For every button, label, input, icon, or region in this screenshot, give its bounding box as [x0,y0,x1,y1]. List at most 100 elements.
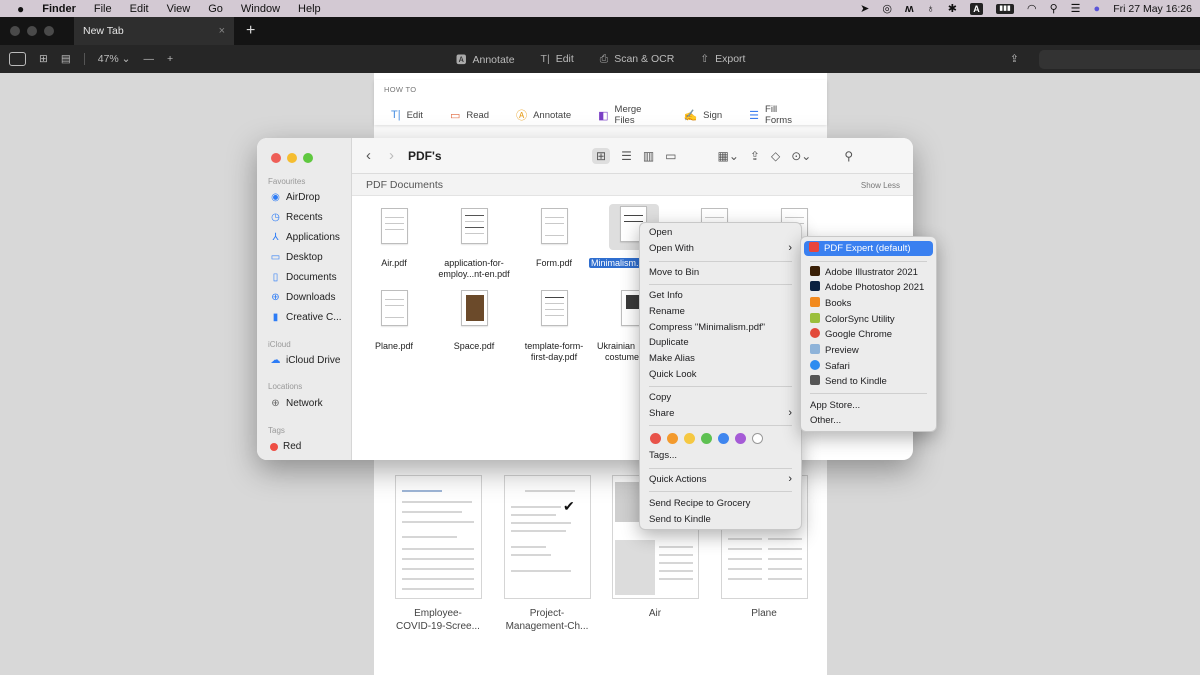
file-icon[interactable] [534,206,574,252]
thumbnail-employee-covid[interactable] [395,475,482,599]
spotlight-icon[interactable]: ⚲ [1050,2,1058,15]
show-less-button[interactable]: Show Less [861,181,900,190]
apple-icon[interactable]: ● [8,2,33,16]
zoom-in-button[interactable]: + [167,53,173,65]
siri-icon[interactable]: ● [1094,3,1101,15]
menu-item-send-recipe[interactable]: Send Recipe to Grocery [649,496,792,511]
zoom-window-icon[interactable] [44,26,54,36]
search-icon[interactable]: ⚲ [844,149,853,163]
file-icon[interactable] [454,206,494,252]
location-icon[interactable]: ➤ [860,2,869,15]
menu-window[interactable]: Window [232,3,289,15]
tag-red-icon[interactable] [650,433,661,444]
sidebar-item-downloads[interactable]: ⊕ Downloads [270,292,335,303]
howto-read[interactable]: ▭ Read [450,104,489,126]
script-icon[interactable]: ♁ [927,3,935,15]
control-center-icon[interactable]: ☰ [1071,2,1081,15]
battery-icon[interactable]: ▮▮▮ [996,3,1014,14]
menu-item-app-store[interactable]: App Store... [810,398,927,413]
menu-item-illustrator[interactable]: Adobe Illustrator 2021 [810,265,927,280]
menu-item-copy[interactable]: Copy [649,390,792,405]
menu-item-move-to-bin[interactable]: Move to Bin [649,265,792,280]
clock[interactable]: Fri 27 May 16:26 [1113,3,1192,15]
howto-sign[interactable]: ✍ Sign [683,104,722,126]
sidebar-toggle-icon[interactable] [9,52,26,66]
menu-item-rename[interactable]: Rename [649,304,792,319]
howto-edit[interactable]: T| Edit [391,104,423,126]
file-icon[interactable] [534,288,574,334]
close-tab-icon[interactable]: × [219,25,225,37]
list-view-icon[interactable]: ☰ [621,149,632,163]
menu-item-kindle[interactable]: Send to Kindle [810,374,927,389]
share-icon[interactable]: ⇪ [750,149,760,163]
menu-item-compress[interactable]: Compress "Minimalism.pdf" [649,320,792,335]
menu-item-duplicate[interactable]: Duplicate [649,335,792,350]
icon-view-icon[interactable]: ⊞ [592,148,611,164]
menu-item-colorsync[interactable]: ColorSync Utility [810,312,927,327]
zoom-out-button[interactable]: — [143,53,154,65]
grid-view-icon[interactable]: ⊞ [39,53,48,65]
zoom-select[interactable]: 47% ⌄ [98,53,131,65]
sidebar-item-tag-red[interactable]: Red [270,441,301,452]
tag-blue-icon[interactable] [718,433,729,444]
back-icon[interactable]: ‹ [366,147,371,164]
tag-grey-icon[interactable] [752,433,763,444]
keyboard-input-icon[interactable]: A [970,2,983,15]
menu-item-books[interactable]: Books [810,296,927,311]
search-input[interactable] [1038,49,1200,69]
menu-item-open-with[interactable]: Open With › [649,241,792,256]
menu-go[interactable]: Go [199,3,232,15]
menu-item-quick-actions[interactable]: Quick Actions › [649,472,792,487]
menu-item-quick-look[interactable]: Quick Look [649,367,792,382]
group-icon[interactable]: ▦⌄ [718,149,739,163]
tag-icon[interactable]: ◇ [771,149,780,163]
thumbnail-project-management[interactable]: ✔ [504,475,591,599]
export-tab[interactable]: ⇧ Export [700,53,745,65]
edit-tab[interactable]: T| Edit [541,53,574,65]
tag-purple-icon[interactable] [735,433,746,444]
menu-app-finder[interactable]: Finder [33,3,85,15]
setapp-icon[interactable]: ʍ [905,3,914,15]
forward-icon[interactable]: › [389,147,394,164]
sidebar-item-desktop[interactable]: ▭ Desktop [270,252,323,263]
menu-item-chrome[interactable]: Google Chrome [810,327,927,342]
sidebar-item-recents[interactable]: ◷ Recents [270,212,323,223]
howto-fill-forms[interactable]: ☰ Fill Forms [749,104,800,126]
share-icon[interactable]: ⇪ [1010,53,1019,65]
file-icon[interactable] [374,206,414,252]
file-icon[interactable] [454,288,494,334]
column-view-icon[interactable]: ▥ [643,149,654,163]
tab-new-tab[interactable]: New Tab × [74,17,234,45]
wifi-icon[interactable]: ◠ [1027,2,1037,15]
sidebar-item-documents[interactable]: ▯ Documents [270,272,337,283]
creative-cloud-icon[interactable]: ◎ [882,2,892,15]
sidebar-item-creative-cloud[interactable]: ▮ Creative C... [270,312,342,323]
menu-item-pdf-expert[interactable]: PDF Expert (default) [804,241,933,256]
menu-item-other[interactable]: Other... [810,413,927,428]
close-window-icon[interactable] [10,26,20,36]
menu-item-make-alias[interactable]: Make Alias [649,351,792,366]
menu-item-share[interactable]: Share › [649,406,792,421]
scan-ocr-tab[interactable]: ⎙ Scan & OCR [600,53,675,66]
sidebar-item-airdrop[interactable]: ◉ AirDrop [270,192,320,203]
minimize-window-icon[interactable] [27,26,37,36]
more-icon[interactable]: ⊙⌄ [791,149,811,163]
menu-edit[interactable]: Edit [121,3,158,15]
menu-item-preview[interactable]: Preview [810,343,927,358]
menu-item-photoshop[interactable]: Adobe Photoshop 2021 [810,280,927,295]
menu-item-send-to-kindle[interactable]: Send to Kindle [649,512,792,527]
menu-item-get-info[interactable]: Get Info [649,288,792,303]
menu-view[interactable]: View [158,3,200,15]
sidebar-item-applications[interactable]: ⅄ Applications [270,232,339,243]
menu-item-safari[interactable]: Safari [810,359,927,374]
sidebar-item-icloud-drive[interactable]: ☁ iCloud Drive [270,355,341,366]
tag-yellow-icon[interactable] [684,433,695,444]
file-icon[interactable] [374,288,414,334]
bluetooth-icon[interactable]: ✱ [948,2,957,15]
minimize-window-icon[interactable] [287,153,297,163]
tag-orange-icon[interactable] [667,433,678,444]
menu-item-tags[interactable]: Tags... [649,448,792,463]
menu-help[interactable]: Help [289,3,330,15]
new-tab-icon[interactable]: + [246,22,255,40]
zoom-window-icon[interactable] [303,153,313,163]
